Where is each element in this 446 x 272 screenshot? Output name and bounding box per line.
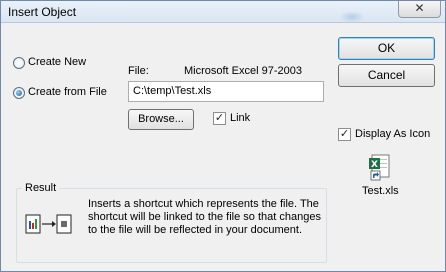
dialog-body: OK Cancel Create New Create from File Fi… [5,24,441,269]
result-line: shortcut will be linked to the file so t… [88,211,321,223]
title-bar: Insert Object ✕ [1,1,445,23]
result-description: Inserts a shortcut which represents the … [88,198,323,237]
file-type: Microsoft Excel 97-2003 [184,65,302,77]
icon-caption: Test.xls [362,185,399,197]
create-new-radio[interactable] [13,57,25,69]
file-path-input[interactable]: C:\temp\Test.xls [128,81,324,102]
link-checkbox[interactable]: ✓ [213,112,226,125]
insert-object-dialog: Insert Object ✕ OK Cancel Create New Cre… [0,0,446,272]
create-from-file-radio[interactable] [13,87,25,99]
display-as-icon-label[interactable]: Display As Icon [355,128,430,140]
create-new-label[interactable]: Create New [28,56,86,68]
result-legend: Result [22,182,60,194]
excel-shortcut-icon: X [369,154,393,182]
result-line: to the file will be reflected in your do… [88,224,303,236]
svg-text:X: X [371,160,378,170]
close-button[interactable]: ✕ [398,1,441,18]
link-label[interactable]: Link [230,112,250,124]
link-result-icon [25,212,75,238]
dialog-title: Insert Object [8,5,77,19]
cancel-button[interactable]: Cancel [338,64,435,87]
result-line: Inserts a shortcut which represents the … [88,198,319,210]
file-label: File: [128,65,149,77]
browse-button[interactable]: Browse... [128,109,194,130]
display-as-icon-checkbox[interactable]: ✓ [338,128,351,141]
ok-button[interactable]: OK [338,37,435,60]
create-from-file-label[interactable]: Create from File [28,86,107,98]
